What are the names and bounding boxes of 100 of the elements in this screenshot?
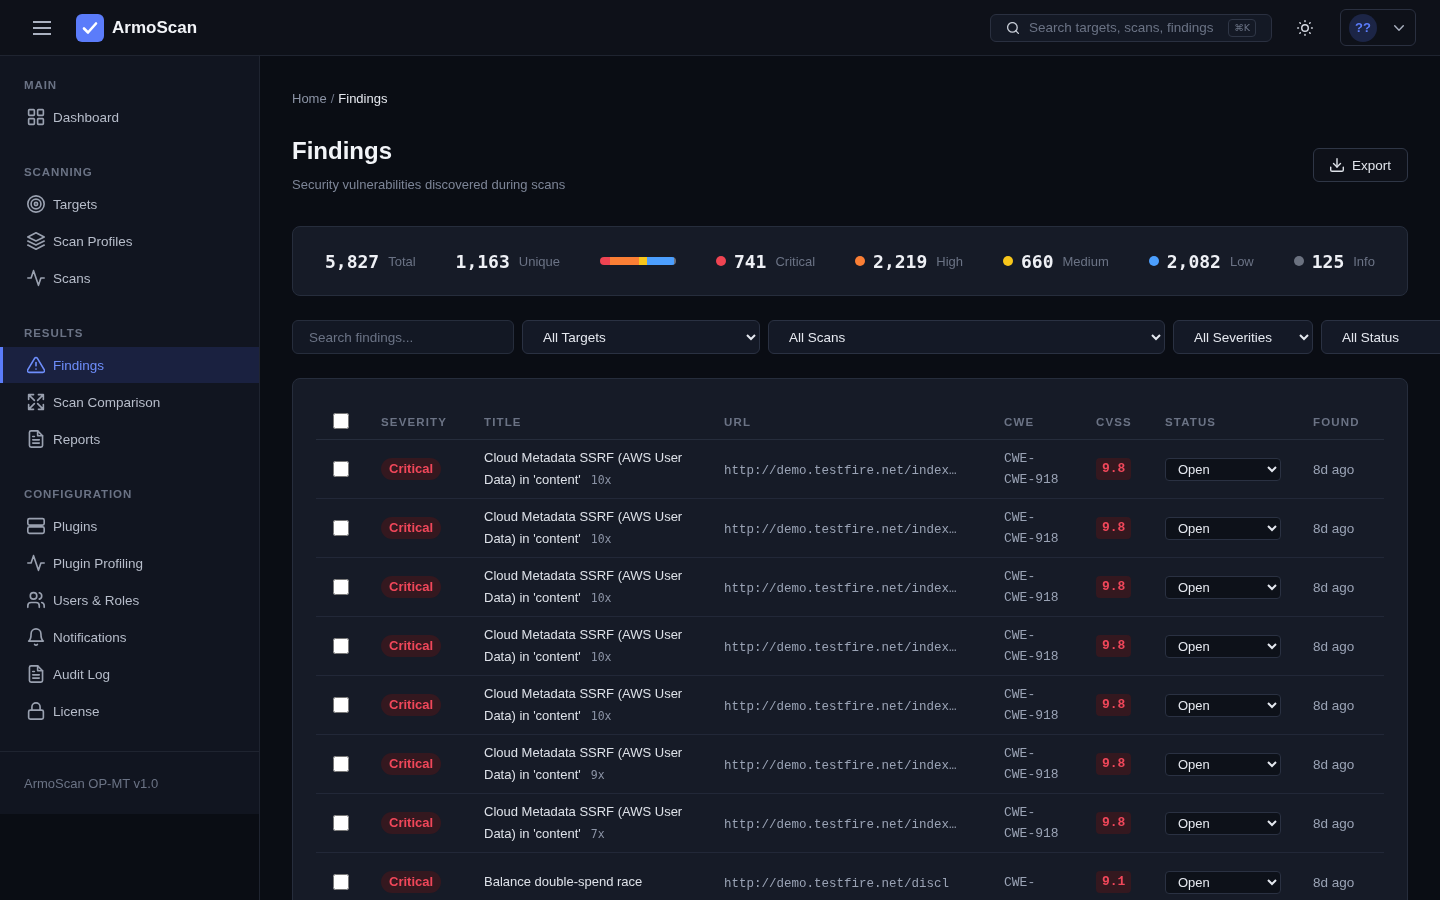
sidebar-item[interactable]: License (0, 693, 259, 729)
found-time: 8d ago (1313, 580, 1355, 595)
stat-value: 1,163 (455, 250, 510, 272)
sidebar-item[interactable]: Scan Comparison (0, 384, 259, 420)
finding-title[interactable]: Cloud Metadata SSRF (AWS User Data) in 'content' 10x (484, 506, 692, 550)
user-menu-button[interactable]: ?? (1340, 9, 1416, 46)
sidebar-item[interactable]: Scan Profiles (0, 223, 259, 259)
sun-icon[interactable] (1297, 19, 1313, 36)
pulse-icon (27, 554, 45, 572)
menu-icon[interactable] (33, 18, 51, 37)
sidebar-item[interactable]: Notifications (0, 619, 259, 655)
sidebar-item[interactable]: Scans (0, 260, 259, 296)
cvss-score: 9.8 (1096, 635, 1132, 657)
finding-title[interactable]: Cloud Metadata SSRF (AWS User Data) in 'content' 10x (484, 565, 692, 609)
sidebar-item[interactable]: Users & Roles (0, 582, 259, 618)
column-header: SEVERITY (381, 415, 448, 428)
column-header: STATUS (1165, 415, 1217, 428)
severity-badge: Critical (381, 458, 442, 480)
cvss-score: 9.8 (1096, 458, 1132, 480)
stat-label: High (936, 253, 964, 269)
select-all-checkbox[interactable] (333, 412, 349, 429)
finding-title[interactable]: Cloud Metadata SSRF (AWS User Data) in 'content' 7x (484, 801, 692, 845)
finding-url: http://demo.testfire.net/index… (724, 818, 957, 832)
expand-arrows-icon (27, 393, 45, 411)
filter-select[interactable]: All Severities (1173, 320, 1313, 354)
grid-icon (27, 108, 45, 126)
finding-title[interactable]: Cloud Metadata SSRF (AWS User Data) in 'content' 10x (484, 624, 692, 668)
sidebar-item[interactable]: Findings (0, 347, 259, 383)
sidebar-item[interactable]: Targets (0, 186, 259, 222)
cvss-score: 9.8 (1096, 517, 1132, 539)
column-header: FOUND (1313, 415, 1360, 428)
stat-label: Info (1353, 253, 1375, 269)
cwe-id: CWE-CWE-918 (1004, 509, 1060, 548)
row-checkbox[interactable] (333, 697, 349, 713)
status-select[interactable]: Open (1165, 870, 1281, 894)
breadcrumb-link[interactable]: Home (292, 90, 327, 106)
row-checkbox[interactable] (333, 756, 349, 772)
finding-title[interactable]: Cloud Metadata SSRF (AWS User Data) in 'content' 9x (484, 742, 692, 786)
version-label: ArmoScan OP-MT v1.0 (24, 775, 159, 791)
server-icon (27, 517, 45, 535)
sidebar-item[interactable]: Audit Log (0, 656, 259, 692)
sidebar-item[interactable]: Reports (0, 421, 259, 457)
cwe-id: CWE-CWE-918 (1004, 804, 1060, 843)
warning-icon (27, 356, 45, 374)
sidebar-item[interactable]: Plugin Profiling (0, 545, 259, 581)
export-button[interactable]: Export (1312, 148, 1408, 182)
status-select[interactable]: Open (1165, 811, 1281, 835)
cwe-id: CWE-CWE-918 (1004, 745, 1060, 784)
cwe-id: CWE-CWE-918 (1004, 450, 1060, 489)
layers-icon (27, 232, 45, 250)
status-select[interactable]: Open (1165, 516, 1281, 540)
status-select[interactable]: Open (1165, 457, 1281, 481)
cwe-id: CWE-CWE-918 (1004, 627, 1060, 666)
filter-select[interactable]: All Targets (522, 320, 760, 354)
breadcrumb-current: Findings (338, 90, 388, 106)
finding-title[interactable]: Balance double-spend race (484, 871, 692, 893)
row-checkbox[interactable] (333, 815, 349, 831)
stat-label: Medium (1062, 253, 1109, 269)
check-logo-icon (76, 13, 104, 42)
cvss-score: 9.8 (1096, 753, 1132, 775)
column-header: CVSS (1096, 415, 1132, 428)
row-checkbox[interactable] (333, 579, 349, 595)
stat-label: Total (388, 253, 416, 269)
row-checkbox[interactable] (333, 520, 349, 536)
sidebar-section-label: SCANNING (23, 165, 94, 180)
filter-select[interactable]: All Scans (768, 320, 1165, 354)
status-select[interactable]: Open (1165, 693, 1281, 717)
cvss-score: 9.1 (1096, 871, 1132, 893)
status-select[interactable]: Open (1165, 752, 1281, 776)
finding-title[interactable]: Cloud Metadata SSRF (AWS User Data) in 'content' 10x (484, 683, 692, 727)
severity-badge: Critical (381, 576, 442, 598)
target-icon (27, 195, 45, 213)
sidebar-item[interactable]: Plugins (0, 508, 259, 544)
stat-value: 741 (733, 250, 767, 272)
users-icon (27, 591, 45, 609)
row-checkbox[interactable] (333, 638, 349, 654)
sidebar-item[interactable]: Dashboard (0, 99, 259, 135)
findings-search-field[interactable]: Search findings... (292, 320, 514, 354)
finding-url: http://demo.testfire.net/index… (724, 523, 957, 537)
cvss-score: 9.8 (1096, 694, 1132, 716)
download-icon (1329, 158, 1344, 172)
severity-badge: Critical (381, 517, 442, 539)
cwe-id: CWE-CWE-918 (1004, 568, 1060, 607)
document-icon (27, 665, 45, 683)
filter-select[interactable]: All Status (1321, 320, 1440, 354)
finding-title[interactable]: Cloud Metadata SSRF (AWS User Data) in 'content' 10x (484, 447, 692, 491)
document-icon (27, 430, 45, 448)
found-time: 8d ago (1313, 875, 1355, 890)
row-checkbox[interactable] (333, 874, 349, 890)
stat-value: 2,082 (1166, 250, 1221, 272)
row-checkbox[interactable] (333, 461, 349, 477)
cwe-id: CWE- (1004, 873, 1037, 892)
status-select[interactable]: Open (1165, 634, 1281, 658)
avatar-initials: ?? (1349, 13, 1377, 42)
stat-value: 660 (1021, 250, 1054, 272)
severity-badge: Critical (381, 635, 442, 657)
cvss-score: 9.8 (1096, 576, 1132, 598)
stat-value: 125 (1311, 250, 1345, 272)
finding-url: http://demo.testfire.net/index… (724, 759, 957, 773)
status-select[interactable]: Open (1165, 575, 1281, 599)
